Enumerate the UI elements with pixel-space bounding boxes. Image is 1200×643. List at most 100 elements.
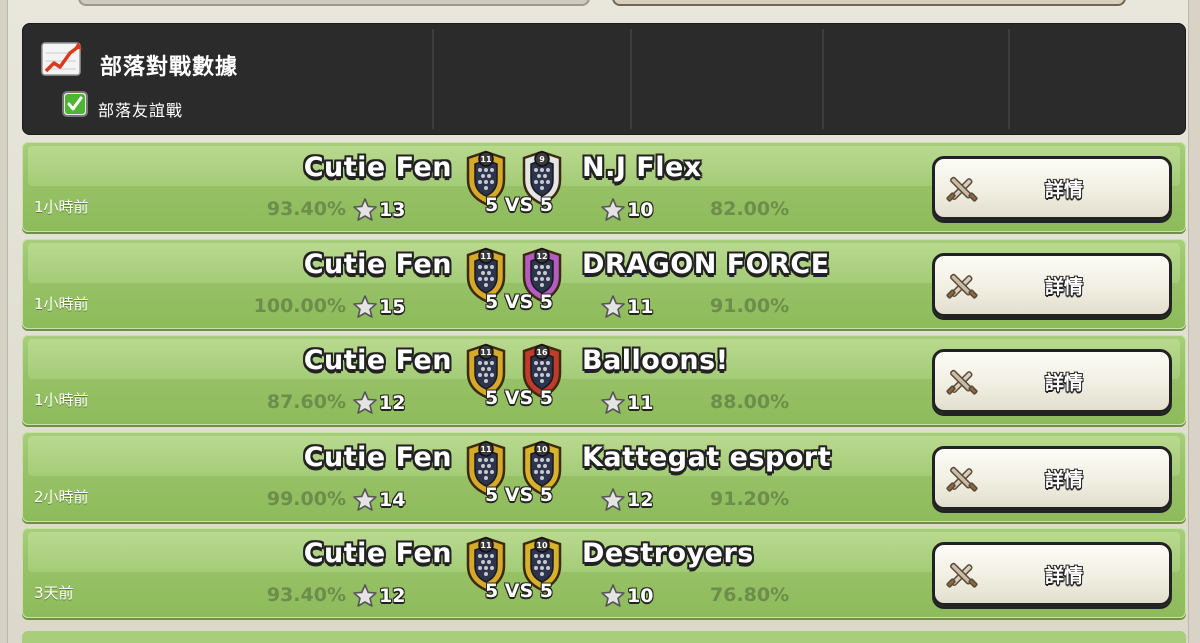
svg-text:10: 10 (536, 541, 548, 550)
own-stars: 14 (352, 486, 405, 514)
star-icon (601, 584, 625, 607)
war-time: 1小時前 (34, 391, 89, 409)
war-time: 2小時前 (34, 487, 89, 506)
enemy-destruction-pct: 91.00% (710, 294, 790, 317)
war-log-row: 3天前 Cutie Fen Destroyers 93.40% 12 11 5 VS 5 10… (22, 528, 1186, 618)
own-stars: 15 (352, 293, 405, 321)
next-row-partial (22, 631, 1186, 643)
star-icon (353, 487, 377, 511)
star-icon (601, 198, 625, 221)
svg-text:11: 11 (480, 348, 492, 357)
svg-text:12: 12 (536, 252, 547, 261)
own-star-count: 13 (379, 199, 406, 221)
war-size: 5 VS 5 (484, 290, 554, 313)
own-destruction-pct: 87.60% (266, 391, 346, 413)
own-stars: 12 (352, 582, 405, 610)
top-input-bar-right[interactable] (612, 0, 1126, 6)
svg-text:11: 11 (480, 252, 492, 261)
enemy-star-count: 12 (627, 488, 654, 511)
war-time: 1小時前 (34, 294, 89, 313)
own-clan-name: Cutie Fen (303, 345, 452, 376)
enemy-destruction-pct: 76.80% (710, 584, 790, 606)
header-divider (432, 29, 434, 129)
enemy-stars: 11 (600, 293, 653, 321)
enemy-clan-name: Destroyers (582, 538, 754, 569)
enemy-destruction-pct: 82.00% (710, 198, 790, 220)
details-button[interactable]: 詳情 (932, 542, 1172, 606)
enemy-stars: 11 (600, 389, 653, 417)
checkbox-label: 部落友誼戰 (98, 101, 184, 120)
enemy-stars: 10 (600, 196, 653, 224)
war-time: 3天前 (34, 584, 74, 602)
own-clan-name: Cutie Fen (303, 441, 452, 473)
star-icon (601, 294, 625, 318)
war-size: 5 VS 5 (484, 483, 554, 506)
header-divider (822, 29, 824, 129)
enemy-destruction-pct: 91.20% (710, 487, 790, 510)
war-size: 5 VS 5 (484, 194, 554, 216)
app-frame: 部落對戰數據 部落友誼戰 1小時前 Cutie Fen N.J Flex 93.40%… (0, 0, 1200, 643)
details-button[interactable]: 詳情 (932, 349, 1172, 413)
header-divider (630, 29, 632, 129)
enemy-star-count: 11 (627, 392, 654, 414)
war-log-row: 2小時前 Cutie Fen Kattegat esport 99.00% 14 11 5 … (22, 431, 1186, 522)
war-time: 1小時前 (34, 198, 89, 216)
frame-right-edge (1188, 0, 1200, 643)
own-stars: 13 (352, 196, 405, 224)
own-star-count: 14 (379, 488, 406, 511)
enemy-stars: 10 (600, 582, 653, 610)
svg-text:16: 16 (536, 348, 548, 357)
star-icon (353, 198, 377, 221)
war-log-row: 1小時前 Cutie Fen DRAGON FORCE 100.00% 15 11 5 VS… (22, 238, 1186, 329)
svg-text:11: 11 (480, 155, 492, 164)
friendly-war-checkbox[interactable] (62, 91, 88, 117)
own-destruction-pct: 100.00% (253, 294, 346, 317)
own-clan-name: Cutie Fen (303, 248, 452, 280)
war-size: 5 VS 5 (484, 580, 554, 602)
own-destruction-pct: 93.40% (266, 584, 346, 606)
details-button-label: 詳情 (1044, 468, 1083, 491)
own-star-count: 12 (379, 392, 406, 414)
svg-text:11: 11 (480, 445, 492, 454)
war-log-row: 1小時前 Cutie Fen N.J Flex 93.40% 13 11 5 VS 5 9 10… (22, 142, 1186, 232)
own-destruction-pct: 99.00% (266, 487, 346, 510)
details-button[interactable]: 詳情 (932, 156, 1172, 220)
own-clan-name: Cutie Fen (303, 538, 452, 569)
own-star-count: 12 (379, 585, 406, 607)
details-button-label: 詳情 (1044, 179, 1083, 201)
enemy-star-count: 10 (627, 585, 654, 607)
svg-text:10: 10 (536, 445, 548, 454)
star-icon (601, 391, 625, 414)
war-log-header: 部落對戰數據 部落友誼戰 (22, 23, 1186, 135)
page-title: 部落對戰數據 (100, 55, 239, 80)
details-button-label: 詳情 (1044, 372, 1083, 394)
war-log-row: 1小時前 Cutie Fen Balloons! 87.60% 12 11 5 VS 5 16… (22, 335, 1186, 425)
chart-trend-icon (41, 42, 82, 76)
star-icon (353, 391, 377, 414)
enemy-clan-name: Kattegat esport (582, 441, 832, 473)
svg-text:9: 9 (539, 155, 545, 164)
frame-left-edge (0, 0, 8, 643)
enemy-stars: 12 (600, 486, 653, 514)
top-input-bar-left[interactable] (78, 0, 590, 6)
own-destruction-pct: 93.40% (266, 198, 346, 220)
details-button[interactable]: 詳情 (932, 252, 1172, 317)
star-icon (601, 487, 625, 511)
enemy-clan-name: N.J Flex (582, 152, 702, 183)
details-button-label: 詳情 (1044, 565, 1083, 587)
details-button[interactable]: 詳情 (932, 445, 1172, 510)
enemy-clan-name: DRAGON FORCE (582, 248, 830, 280)
enemy-destruction-pct: 88.00% (710, 391, 790, 413)
own-star-count: 15 (379, 295, 406, 318)
star-icon (353, 584, 377, 607)
star-icon (353, 294, 377, 318)
svg-text:11: 11 (480, 541, 492, 550)
details-button-label: 詳情 (1044, 275, 1083, 298)
enemy-star-count: 10 (627, 199, 654, 221)
enemy-clan-name: Balloons! (582, 345, 729, 376)
enemy-star-count: 11 (627, 295, 654, 318)
header-divider (1008, 29, 1010, 129)
own-clan-name: Cutie Fen (303, 152, 452, 183)
checkmark-icon (65, 94, 85, 114)
war-size: 5 VS 5 (484, 387, 554, 409)
